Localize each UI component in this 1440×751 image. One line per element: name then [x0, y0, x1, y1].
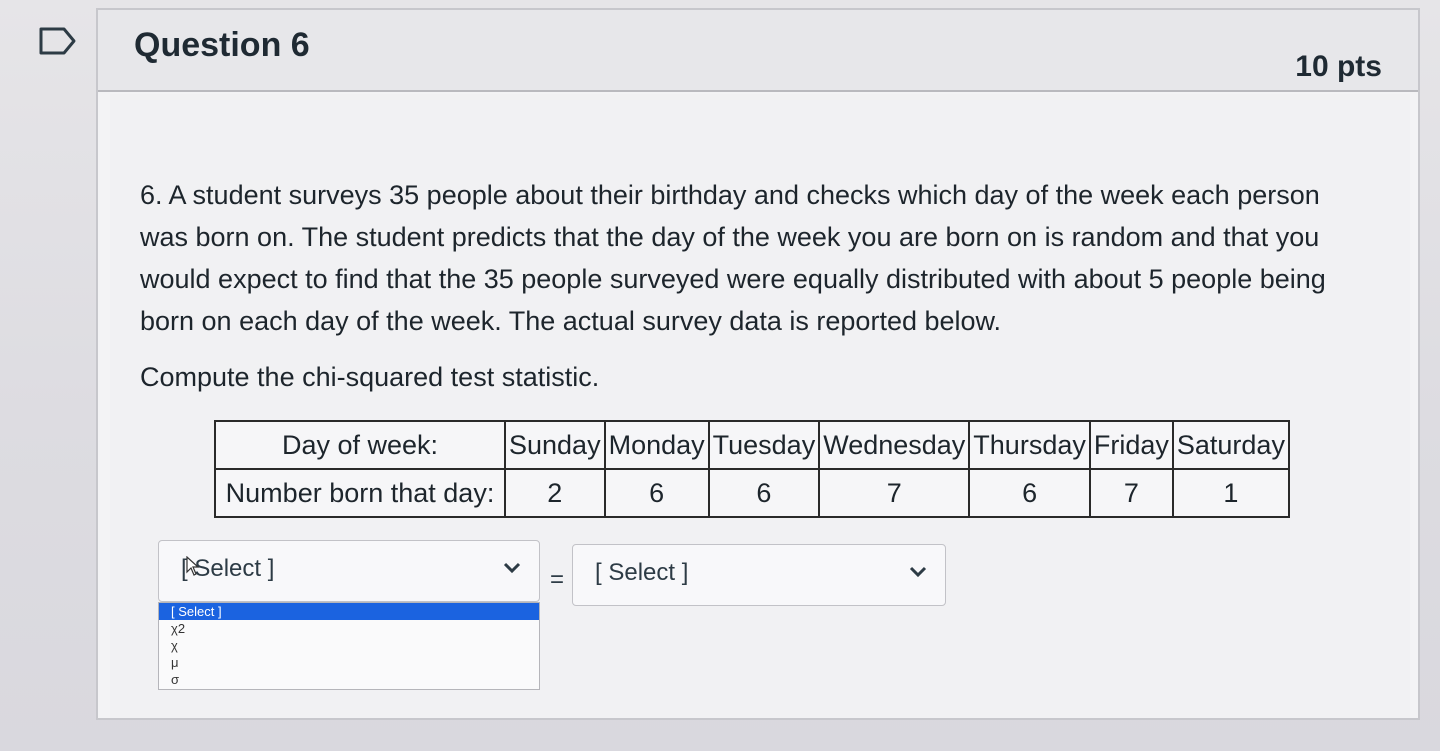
question-instruction: Compute the chi-squared test statistic.	[140, 362, 600, 392]
option-mu[interactable]: μ	[159, 654, 539, 671]
count-cell: 2	[504, 468, 606, 518]
question-points: 10 pts	[1295, 50, 1382, 83]
question-text: 6. A student surveys 35 people about the…	[140, 180, 1326, 336]
chevron-down-icon	[909, 566, 927, 578]
table-row-days: Day of week: Sunday Monday Tuesday Wedne…	[214, 420, 1290, 470]
day-cell: Wednesday	[818, 420, 971, 470]
count-cell: 1	[1171, 468, 1290, 518]
table-header-label: Day of week:	[214, 420, 506, 470]
count-cell: 6	[707, 468, 821, 518]
select-value: [ Select ]	[595, 559, 689, 586]
survey-table: Day of week: Sunday Monday Tuesday Wedne…	[214, 420, 1290, 518]
statistic-symbol-select[interactable]: [ Select ]	[158, 540, 540, 602]
day-cell: Saturday	[1171, 420, 1290, 470]
option-sigma[interactable]: σ	[159, 671, 539, 688]
day-cell: Tuesday	[707, 420, 821, 470]
question-title: Question 6	[134, 26, 310, 64]
count-cell: 6	[603, 468, 710, 518]
day-cell: Monday	[603, 420, 710, 470]
option-chi-squared[interactable]: χ2	[159, 620, 539, 637]
option-select[interactable]: [ Select ]	[159, 603, 539, 620]
question-header: Question 6 10 pts	[98, 10, 1418, 92]
statistic-value-select[interactable]: [ Select ]	[572, 544, 946, 606]
count-cell: 7	[1088, 468, 1174, 518]
count-cell: 6	[968, 468, 1091, 518]
question-card: Question 6 10 pts 6. A student surveys 3…	[96, 8, 1420, 720]
count-cell: 7	[818, 468, 971, 518]
question-body: 6. A student surveys 35 people about the…	[110, 94, 1410, 718]
day-cell: Thursday	[968, 420, 1091, 470]
day-cell: Sunday	[504, 420, 606, 470]
chevron-down-icon	[503, 562, 521, 574]
mouse-cursor-icon	[186, 556, 200, 576]
option-chi[interactable]: χ	[159, 637, 539, 654]
table-row-counts: Number born that day: 2 6 6 7 6 7 1	[214, 468, 1290, 518]
equals-sign: =	[550, 566, 565, 593]
flag-question-icon[interactable]	[38, 26, 78, 56]
statistic-symbol-options: [ Select ] χ2 χ μ σ	[158, 602, 540, 690]
day-cell: Friday	[1088, 420, 1174, 470]
table-row-label: Number born that day:	[214, 468, 506, 518]
